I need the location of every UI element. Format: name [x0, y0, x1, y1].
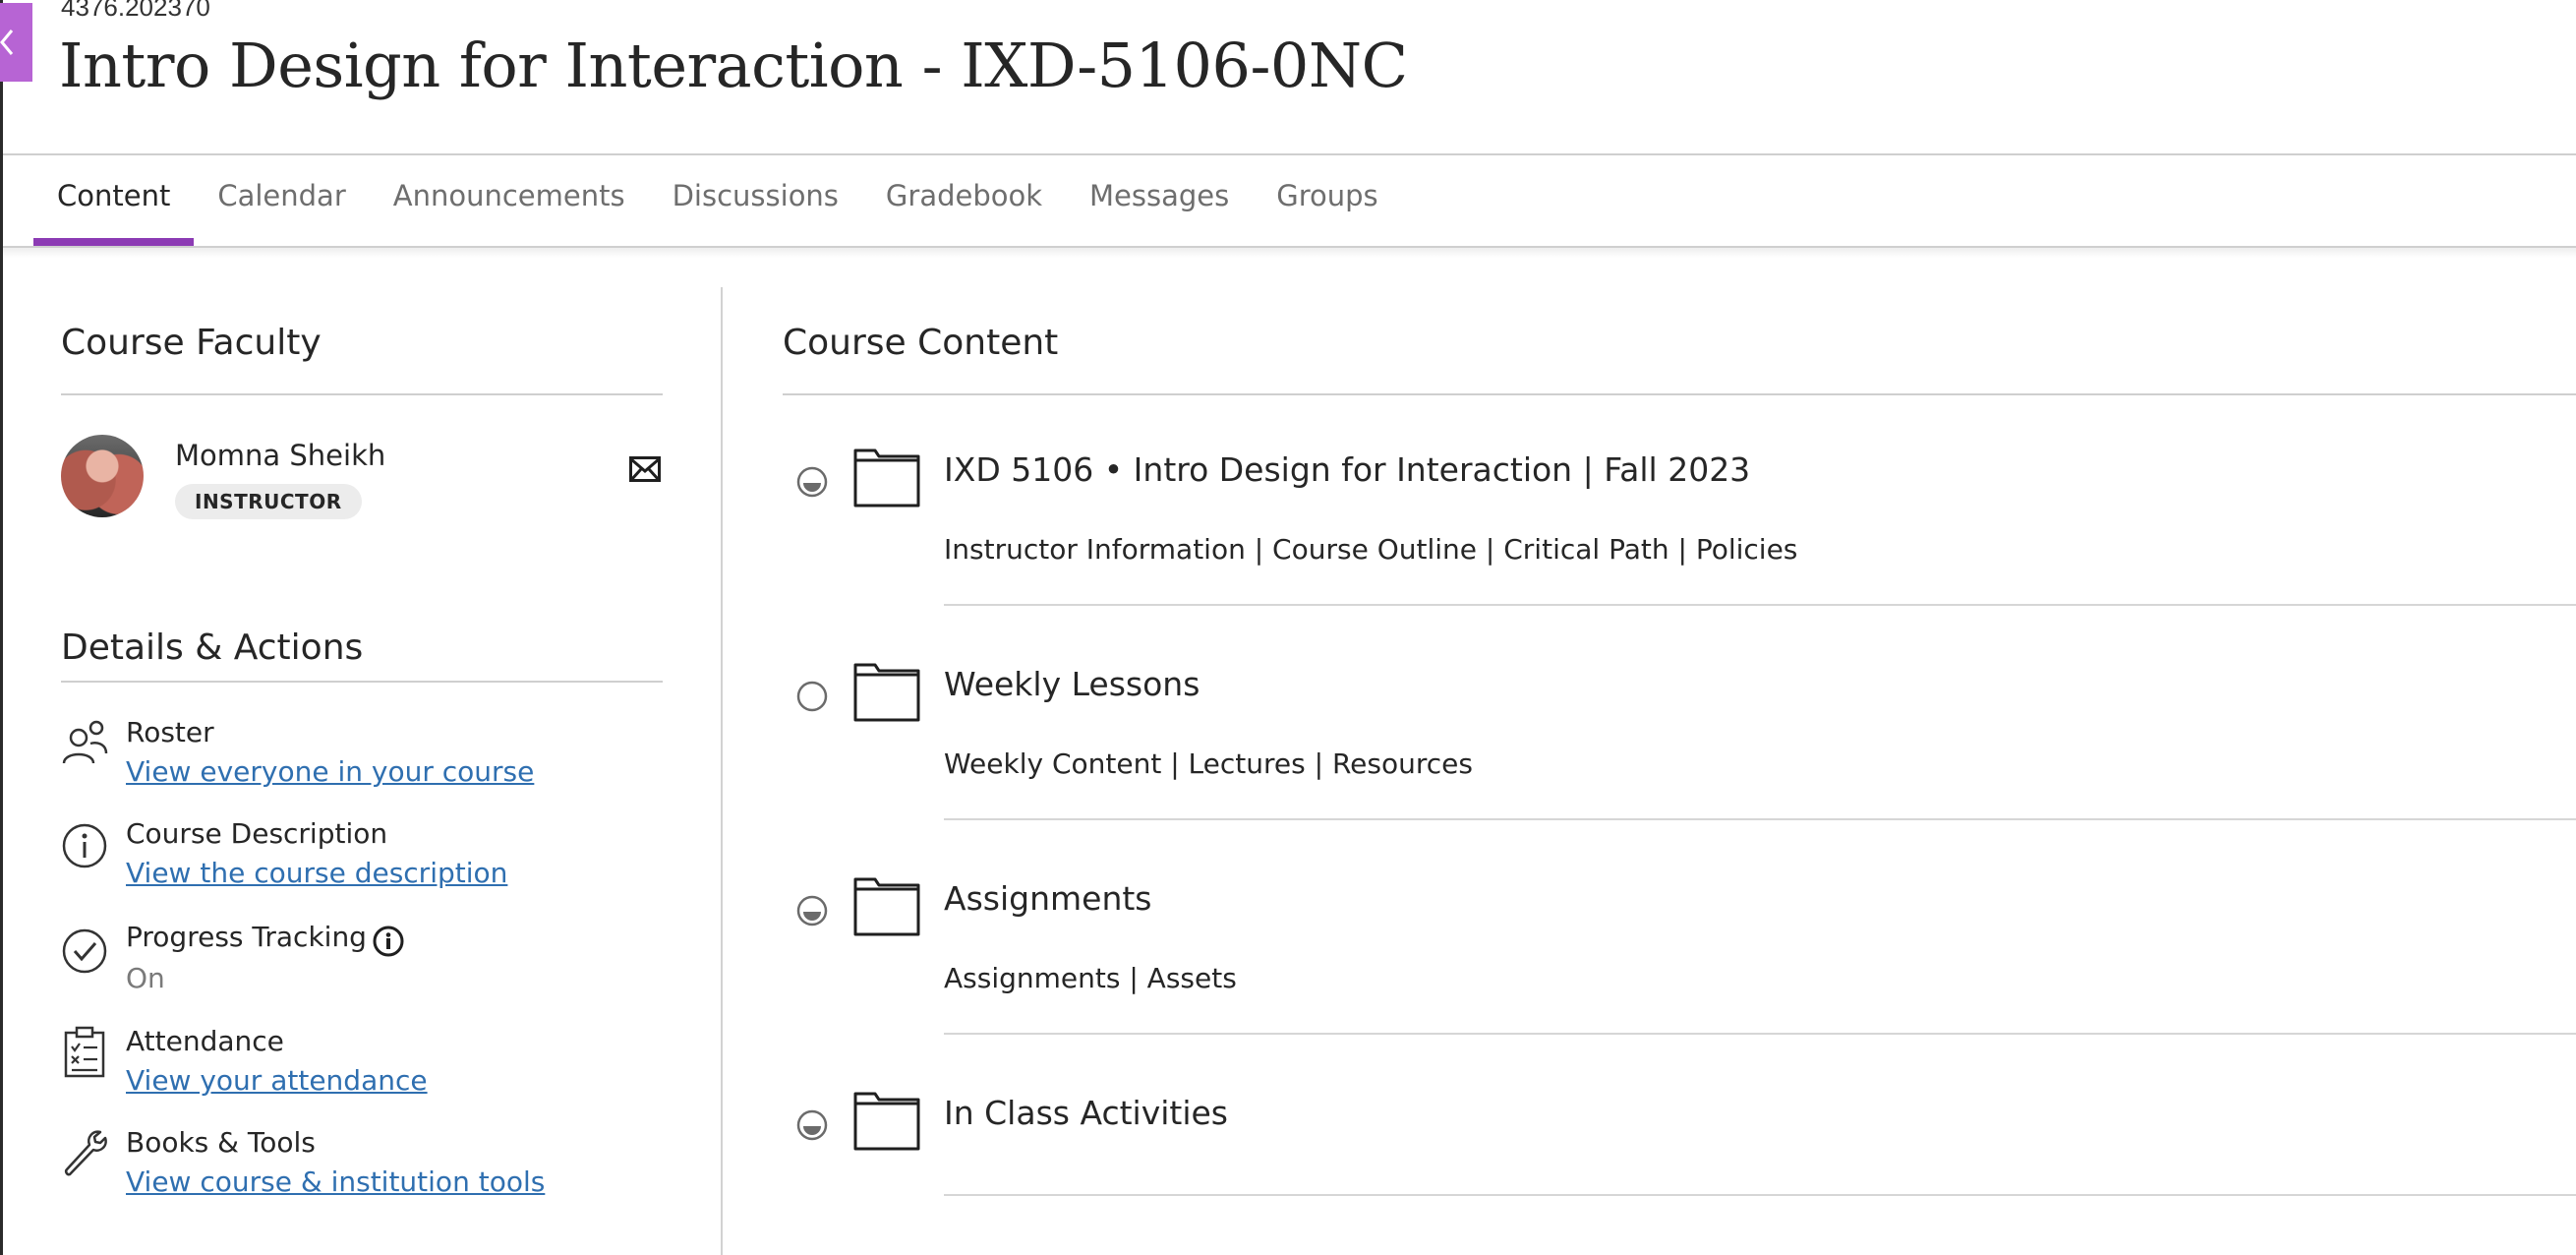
faculty-member: Momna Sheikh INSTRUCTOR [61, 435, 663, 523]
folder-title[interactable]: In Class Activities [944, 1094, 1228, 1132]
tab-gradebook[interactable]: Gradebook [862, 157, 1066, 246]
clipboard-icon [64, 1026, 105, 1078]
content-folder: IXD 5106 • Intro Design for Interaction … [783, 447, 2576, 633]
course-title: Intro Design for Interaction - IXD-5106-… [59, 30, 1408, 101]
folder-icon [853, 1092, 920, 1151]
course-description-label: Course Description [126, 817, 388, 850]
progress-half-icon[interactable] [796, 466, 828, 498]
envelope-icon[interactable] [629, 456, 661, 482]
column-divider [721, 287, 723, 1255]
tab-groups[interactable]: Groups [1253, 157, 1401, 246]
window-edge [0, 0, 3, 1255]
folder-title[interactable]: Assignments [944, 879, 1152, 918]
info-icon[interactable] [372, 925, 405, 958]
progress-half-icon[interactable] [796, 895, 828, 926]
folder-divider [944, 1194, 2576, 1196]
roster-link[interactable]: View everyone in your course [126, 755, 534, 788]
folder-title[interactable]: Weekly Lessons [944, 665, 1200, 703]
tab-content[interactable]: Content [33, 157, 195, 246]
course-description-link[interactable]: View the course description [126, 857, 507, 889]
check-circle-icon [62, 928, 107, 974]
progress-empty-icon[interactable] [796, 681, 828, 712]
chevron-left-icon [0, 30, 14, 55]
content-folder: Assignments Assignments | Assets [783, 875, 2576, 1062]
folder-title[interactable]: IXD 5106 • Intro Design for Interaction … [944, 450, 1750, 489]
attendance-label: Attendance [126, 1025, 284, 1057]
faculty-name[interactable]: Momna Sheikh [175, 439, 385, 472]
header-divider [3, 153, 2576, 155]
folder-icon [853, 877, 920, 936]
folder-divider [944, 604, 2576, 606]
content-folder: In Class Activities [783, 1090, 2576, 1208]
folder-divider [944, 818, 2576, 820]
role-badge: INSTRUCTOR [175, 484, 362, 519]
books-tools-label: Books & Tools [126, 1126, 316, 1159]
wrench-icon [64, 1130, 107, 1176]
content-divider [783, 393, 2576, 395]
details-divider [61, 681, 663, 683]
tab-announcements[interactable]: Announcements [370, 157, 649, 246]
avatar[interactable] [61, 435, 144, 517]
tab-discussions[interactable]: Discussions [649, 157, 862, 246]
folder-divider [944, 1033, 2576, 1035]
content-heading: Course Content [783, 323, 1059, 363]
folder-description: Weekly Content | Lectures | Resources [944, 747, 1473, 780]
books-tools-link[interactable]: View course & institution tools [126, 1165, 545, 1198]
attendance-link[interactable]: View your attendance [126, 1064, 428, 1097]
progress-half-icon[interactable] [796, 1109, 828, 1141]
faculty-heading: Course Faculty [61, 323, 322, 363]
info-circle-icon [62, 823, 107, 868]
tab-messages[interactable]: Messages [1066, 157, 1253, 246]
roster-icon [62, 720, 108, 764]
tab-calendar[interactable]: Calendar [194, 157, 369, 246]
content-folder: Weekly Lessons Weekly Content | Lectures… [783, 661, 2576, 848]
progress-tracking-label: Progress Tracking [126, 921, 367, 953]
roster-label: Roster [126, 716, 214, 748]
folder-description: Assignments | Assets [944, 962, 1237, 994]
folder-description: Instructor Information | Course Outline … [944, 533, 1798, 566]
details-heading: Details & Actions [61, 628, 364, 668]
progress-tracking-value: On [126, 962, 165, 994]
course-id: 4376.202370 [61, 0, 210, 22]
faculty-divider [61, 393, 663, 395]
close-panel-button[interactable] [0, 3, 32, 82]
folder-icon [853, 663, 920, 722]
course-tabs: Content Calendar Announcements Discussio… [33, 157, 1402, 246]
tabs-shadow [3, 248, 2576, 258]
folder-icon [853, 448, 920, 508]
